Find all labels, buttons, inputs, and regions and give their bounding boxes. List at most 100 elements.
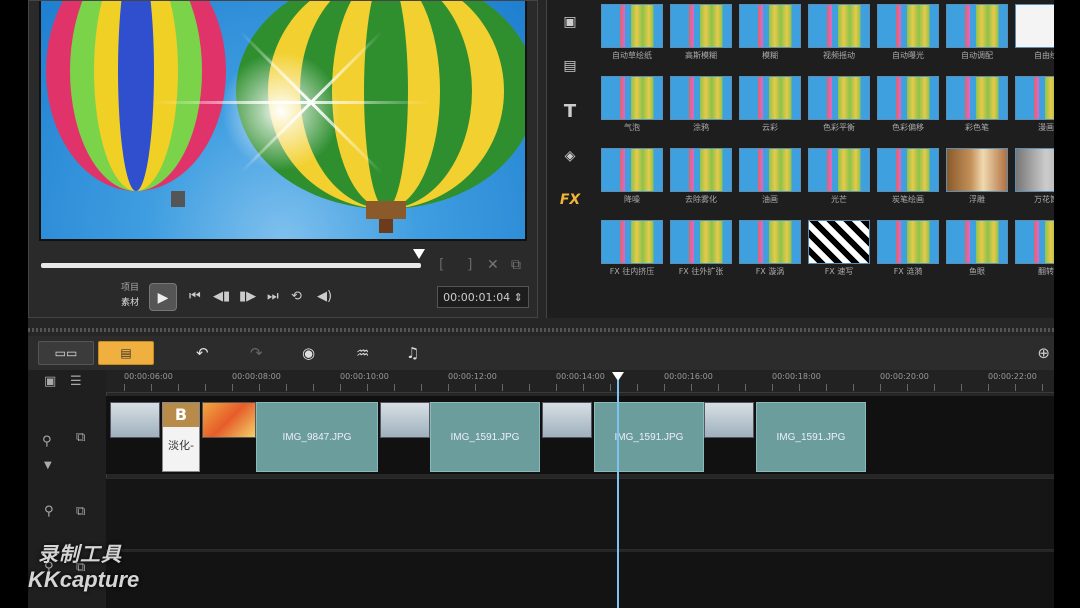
track-manager-icon[interactable]: ▣ [44, 374, 56, 389]
chevron-down-icon[interactable]: ▼ [44, 460, 52, 471]
preview-frame [39, 1, 527, 241]
filter-thumbnail[interactable]: 涂鸦 [670, 76, 732, 134]
filter-thumbnail[interactable]: FX 速写 [808, 220, 870, 278]
filter-thumbnail[interactable]: FX 往内挤压 [601, 220, 663, 278]
filter-thumbnail[interactable]: 浮雕 [946, 148, 1008, 206]
filter-thumbnail[interactable]: 万花筒 [1015, 148, 1054, 206]
mode-clip-label[interactable]: 素材 [111, 296, 139, 311]
filter-label: 视频摇动 [823, 51, 855, 60]
ruler-tick [151, 384, 152, 391]
video-clip[interactable]: IMG_9847.JPG [256, 402, 378, 472]
filter-label: 翻转 [1038, 267, 1054, 276]
image-clip-thumbnail[interactable] [202, 402, 256, 438]
auto-music-icon[interactable]: ♫ [406, 344, 419, 362]
video-clip[interactable]: IMG_1591.JPG [594, 402, 704, 472]
filter-thumbnail[interactable]: 油画 [739, 148, 801, 206]
filter-thumbnail[interactable]: 自动调配 [946, 4, 1008, 62]
filter-label: 自动调配 [961, 51, 993, 60]
close-icon[interactable]: ✕ [487, 257, 499, 273]
preview-scrubber[interactable] [41, 263, 421, 268]
filter-thumbnail[interactable]: 去除雾化 [670, 148, 732, 206]
filter-thumbnail[interactable]: 彩色笔 [946, 76, 1008, 134]
instant-project-icon[interactable]: ▤ [557, 54, 583, 78]
filter-label: 去除雾化 [685, 195, 717, 204]
filter-thumbnail[interactable]: 色彩偏移 [877, 76, 939, 134]
filter-thumbnail[interactable]: FX 往外扩张 [670, 220, 732, 278]
repeat-icon[interactable]: ⟲ [291, 289, 302, 305]
filter-thumbnail[interactable]: 气泡 [601, 76, 663, 134]
filter-preview-image [670, 4, 732, 48]
filter-thumbnail[interactable]: 炭笔绘画 [877, 148, 939, 206]
filter-thumbnail[interactable]: 自动草绘纸 [601, 4, 663, 62]
filter-preview-image [946, 4, 1008, 48]
ruler-tick [583, 384, 584, 391]
filter-thumbnail[interactable]: 漫画 [1015, 76, 1054, 134]
record-capture-icon[interactable]: ◉ [302, 344, 315, 362]
image-clip-thumbnail[interactable] [704, 402, 754, 438]
video-clip[interactable]: IMG_1591.JPG [756, 402, 866, 472]
list-view-icon[interactable]: ☰ [70, 374, 82, 389]
title-track [106, 552, 1054, 608]
filter-thumbnail[interactable]: 鱼眼 [946, 220, 1008, 278]
undo-icon[interactable]: ↶ [196, 344, 209, 362]
sound-mixer-icon[interactable]: ♒ [356, 344, 369, 362]
filter-preview-image [808, 76, 870, 120]
image-clip-thumbnail[interactable] [110, 402, 160, 438]
filter-preview-image [1015, 148, 1054, 192]
filter-fx-icon[interactable]: FX [557, 188, 583, 212]
filter-thumbnail[interactable]: 降噪 [601, 148, 663, 206]
mode-project-label[interactable]: 项目 [111, 281, 139, 296]
video-clip[interactable]: IMG_1591.JPG [430, 402, 540, 472]
filter-thumbnail[interactable]: FX 涟漪 [877, 220, 939, 278]
timeline-ruler[interactable]: 00:00:06:00 00:00:08:00 00:00:10:00 00:00:1… [106, 370, 1054, 393]
filter-thumbnail[interactable]: 翻转 [1015, 220, 1054, 278]
filter-thumbnail[interactable]: 自由绘 [1015, 4, 1054, 62]
volume-icon[interactable]: ◀) [317, 289, 332, 305]
ripple-edit-icon[interactable]: ⚲ [42, 434, 52, 449]
timeline-view-button[interactable]: ▤ [98, 341, 154, 365]
image-clip-thumbnail[interactable] [380, 402, 430, 438]
filter-thumbnail[interactable]: FX 漩涡 [739, 220, 801, 278]
go-to-start-icon[interactable]: ⏮ [189, 289, 201, 305]
preview-panel: [ ] ✕ ⧉ 项目 素材 ▶ ⏮ ◀▮ ▮▶ ⏭ ⟲ ◀) 00:00:01:… [28, 0, 538, 318]
graphic-icon[interactable]: ◈ [557, 144, 583, 168]
title-transition-clip[interactable]: B 淡化- [162, 402, 200, 472]
ruler-tick [853, 384, 854, 391]
go-to-end-icon[interactable]: ⏭ [267, 289, 279, 305]
scrubber-handle[interactable] [413, 249, 425, 259]
timecode-field[interactable]: 00:00:01:04 ⇕ [437, 286, 529, 308]
filter-thumbnail[interactable]: 模糊 [739, 4, 801, 62]
filter-label: 鱼眼 [969, 267, 985, 276]
filter-thumbnail[interactable]: 色彩平衡 [808, 76, 870, 134]
ruler-tick [286, 384, 287, 391]
filter-thumbnail[interactable]: 高斯模糊 [670, 4, 732, 62]
filter-preview-image [670, 220, 732, 264]
watermark-line1: 录制工具 [38, 544, 122, 566]
zoom-icon[interactable]: ⊕ [1037, 344, 1050, 362]
filter-preview-image [601, 4, 663, 48]
previous-frame-icon[interactable]: ◀▮ [213, 289, 230, 305]
play-mode-selector[interactable]: 项目 素材 [111, 281, 139, 311]
storyboard-view-button[interactable]: ▭▭ [38, 341, 94, 365]
trim-in-marker[interactable]: [ [439, 257, 444, 273]
overlay-track-toggle-icon[interactable]: ⚲ [44, 504, 54, 519]
filter-thumbnail[interactable]: 光芒 [808, 148, 870, 206]
media-icon[interactable]: ▣ [557, 10, 583, 34]
filter-thumbnail[interactable]: 自动曝光 [877, 4, 939, 62]
panel-splitter[interactable] [28, 328, 1054, 332]
filter-label: 彩色笔 [965, 123, 989, 132]
filter-thumbnail[interactable]: 云彩 [739, 76, 801, 134]
storyboard-view-icon: ▭▭ [54, 346, 78, 360]
filter-label: 自由绘 [1034, 51, 1054, 60]
title-icon[interactable]: T [557, 100, 583, 124]
image-clip-thumbnail[interactable] [542, 402, 592, 438]
filter-label: 气泡 [624, 123, 640, 132]
trim-out-marker[interactable]: ] [467, 257, 472, 273]
next-frame-icon[interactable]: ▮▶ [239, 289, 256, 305]
redo-icon[interactable]: ↷ [250, 344, 263, 362]
filter-thumbnail[interactable]: 视频摇动 [808, 4, 870, 62]
enlarge-preview-icon[interactable]: ⧉ [511, 257, 521, 273]
filter-preview-image [670, 148, 732, 192]
play-button[interactable]: ▶ [149, 283, 177, 311]
timeline-toolbar: ▭▭ ▤ ↶ ↷ ◉ ♒ ♫ ⊕ [28, 336, 1054, 370]
